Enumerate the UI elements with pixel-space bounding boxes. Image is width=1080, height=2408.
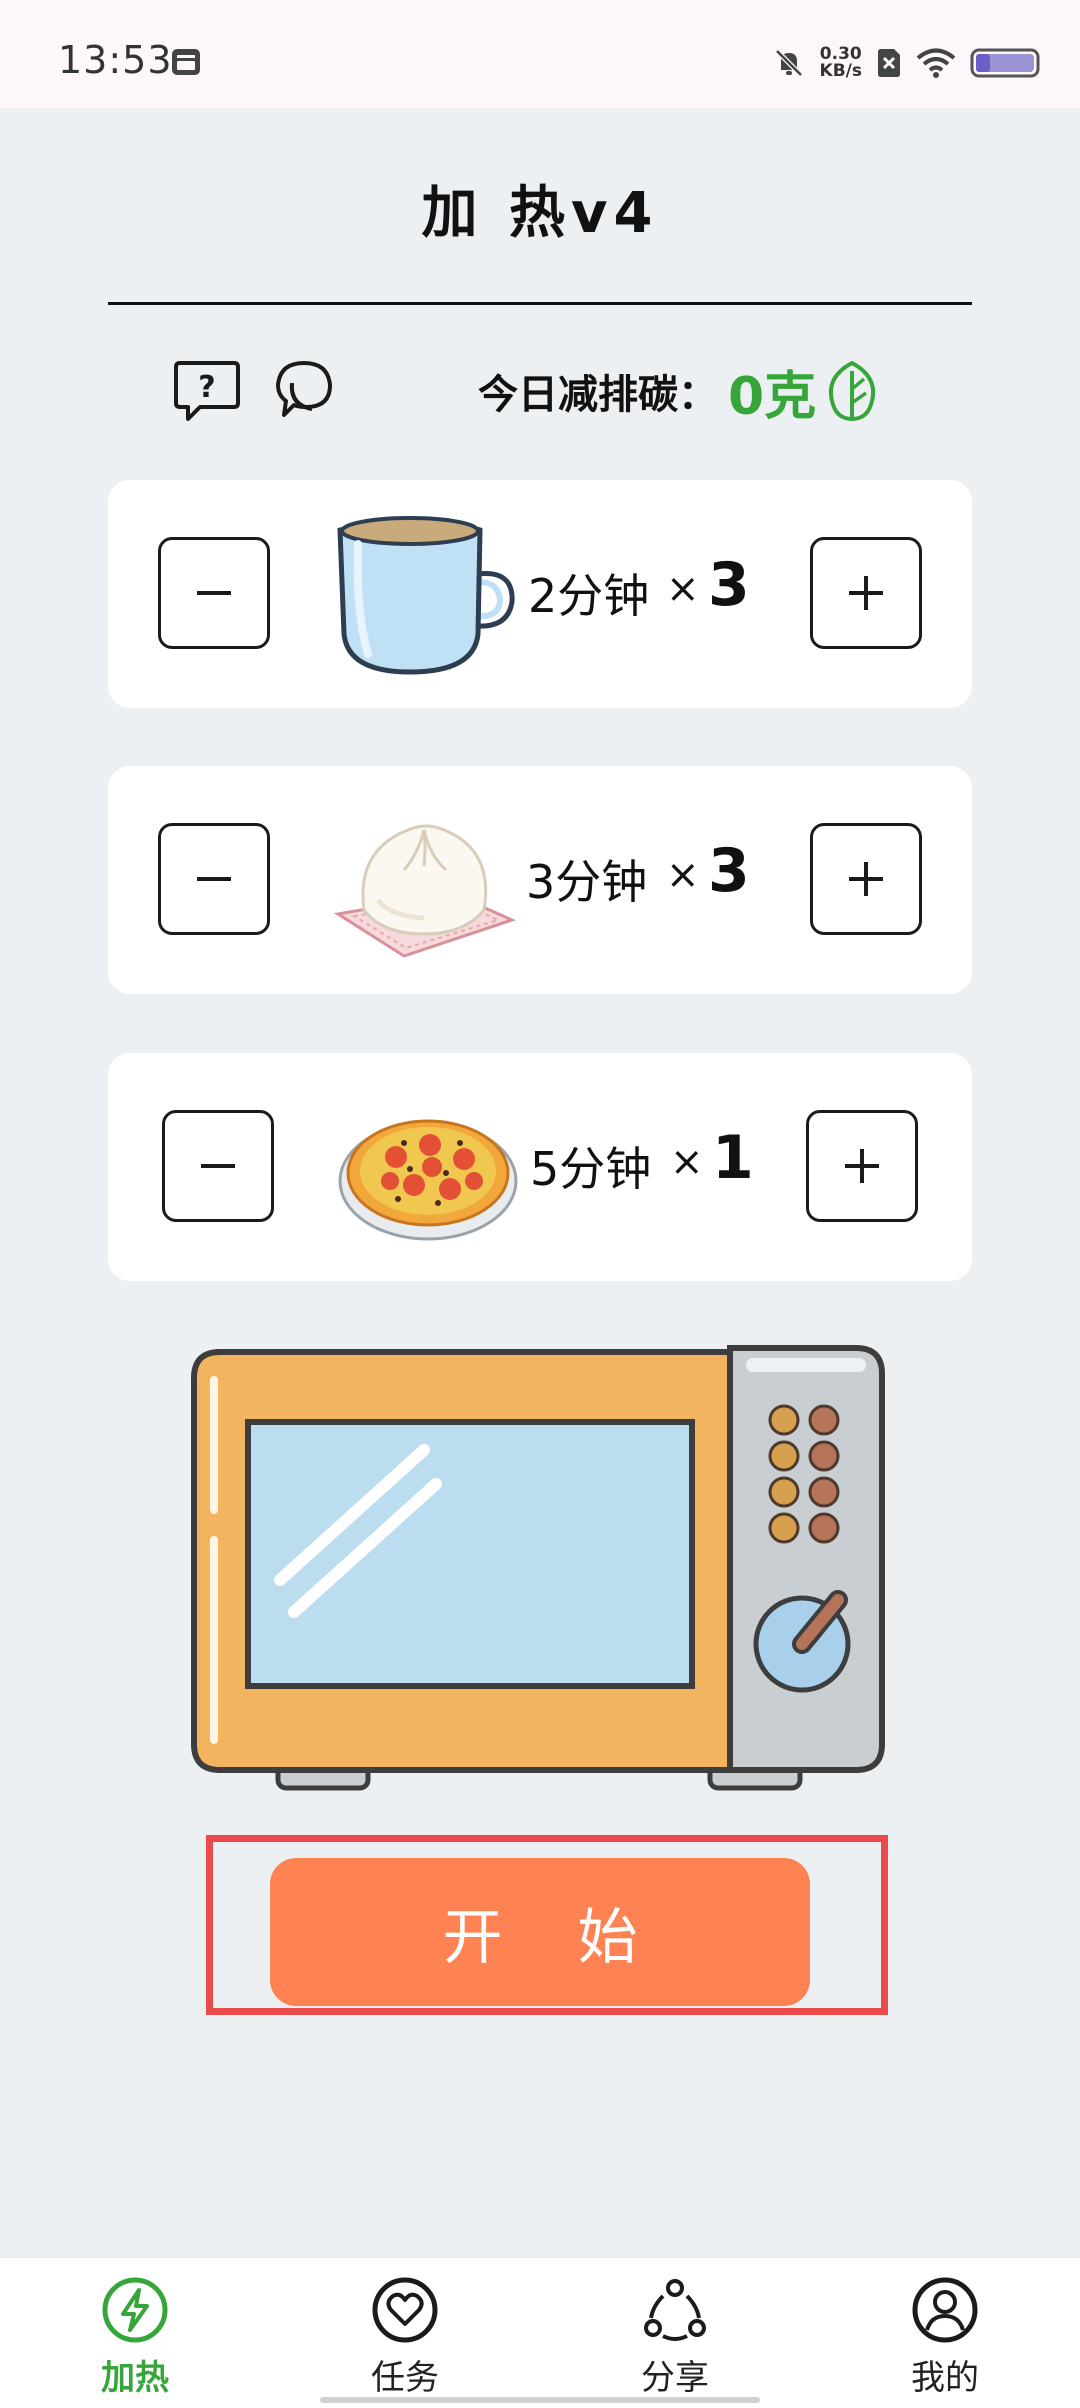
plus-icon: [845, 1149, 879, 1183]
minus-icon: [197, 877, 231, 881]
steamed-bun-icon: [334, 824, 517, 958]
carbon-label: 今日减排碳：: [478, 372, 718, 418]
calendar-icon: [172, 49, 200, 75]
heart-circle-icon: [372, 2277, 438, 2343]
nav-item-profile[interactable]: 我的: [870, 2276, 1020, 2406]
network-speed: 0.30 KB/s: [820, 46, 862, 80]
carbon-summary: 今日减排碳： 0克: [478, 355, 882, 427]
minus-icon: [201, 1164, 235, 1168]
food-count: 1: [712, 1123, 754, 1193]
decrease-button[interactable]: [158, 537, 270, 649]
mute-bell-icon: [774, 49, 803, 77]
food-card-mug: 2分钟 × 3: [108, 480, 972, 708]
status-bar: 13:53 0.30 KB/s: [0, 0, 1080, 108]
microwave-illustration: [191, 1345, 885, 1791]
increase-button[interactable]: [810, 537, 922, 649]
bottom-nav: 加热 任务 分享 我的: [0, 2258, 1080, 2408]
plus-icon: [849, 576, 883, 610]
start-button[interactable]: 开 始: [270, 1858, 810, 2006]
food-card-bun: 3分钟 × 3: [108, 766, 972, 994]
nav-label: 我的: [911, 2358, 979, 2398]
food-count: 3: [708, 550, 750, 620]
leaf-icon: [829, 360, 876, 422]
times-sign: ×: [666, 566, 700, 612]
svg-text:?: ?: [198, 370, 215, 405]
page-title: 加 热v4: [421, 181, 659, 246]
nav-item-share[interactable]: 分享: [600, 2276, 750, 2406]
food-card-pizza: 5分钟 × 1: [108, 1053, 972, 1281]
decrease-button[interactable]: [162, 1110, 274, 1222]
increase-button[interactable]: [810, 823, 922, 935]
status-icons: 0.30 KB/s: [772, 38, 1042, 88]
nav-label: 分享: [641, 2358, 709, 2398]
net-speed-unit: KB/s: [819, 61, 862, 81]
status-time: 13:53: [58, 38, 173, 82]
times-sign: ×: [666, 852, 700, 898]
wifi-icon: [916, 48, 956, 78]
nav-label: 加热: [101, 2358, 169, 2398]
decrease-button[interactable]: [158, 823, 270, 935]
times-sign: ×: [670, 1139, 704, 1185]
food-time: 3分钟: [526, 855, 648, 909]
food-count: 3: [708, 836, 750, 906]
food-time: 5分钟: [530, 1142, 652, 1196]
help-icon[interactable]: ?: [172, 355, 242, 425]
pizza-icon: [338, 1119, 518, 1241]
home-indicator: [320, 2397, 760, 2403]
carbon-value: 0克: [728, 366, 817, 427]
title-divider: [108, 302, 972, 305]
lightning-circle-icon: [102, 2277, 168, 2343]
profile-icon: [912, 2277, 978, 2343]
sim-off-icon: [878, 49, 900, 77]
chat-icon[interactable]: [270, 355, 342, 427]
nav-label: 任务: [371, 2358, 439, 2398]
plus-icon: [849, 862, 883, 896]
nav-item-tasks[interactable]: 任务: [330, 2276, 480, 2406]
battery-icon: [970, 48, 1040, 78]
minus-icon: [197, 591, 231, 595]
nav-item-heat[interactable]: 加热: [60, 2276, 210, 2406]
share-icon: [644, 2279, 706, 2341]
mug-icon: [337, 516, 515, 675]
increase-button[interactable]: [806, 1110, 918, 1222]
food-time: 2分钟: [528, 569, 650, 623]
